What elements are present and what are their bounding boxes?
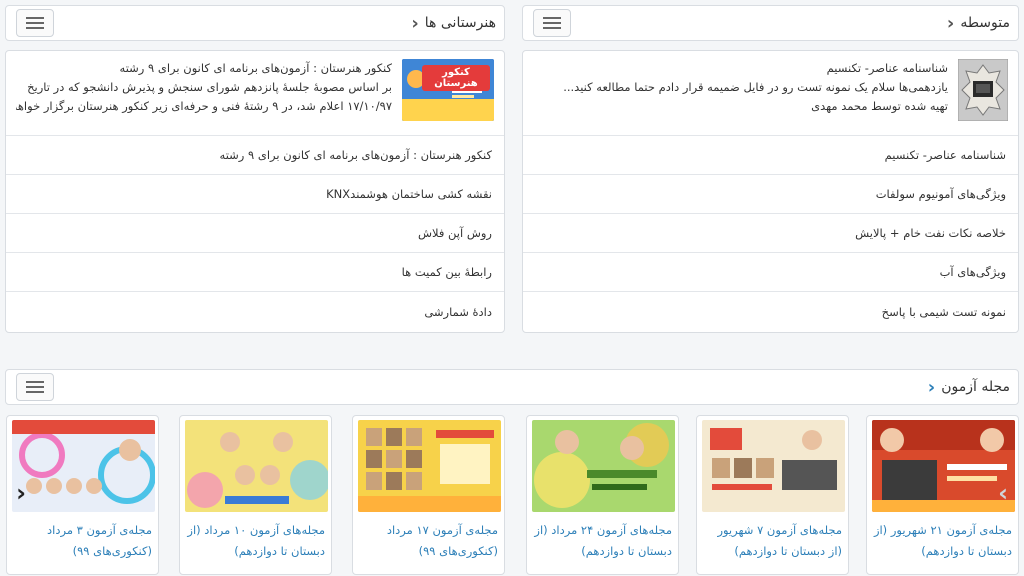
list-item[interactable]: ویژگی‌های آب: [523, 253, 1018, 292]
featured-thumbnail[interactable]: کنکور هنرستان: [402, 59, 494, 121]
magazine-cover[interactable]: [702, 420, 845, 512]
hamburger-icon: [26, 17, 44, 19]
motavaseteh-menu-button[interactable]: [533, 9, 571, 37]
featured-excerpt: بر اساس مصوبۀ جلسۀ پانزدهم شورای سنجش و …: [27, 80, 392, 94]
honarestani-title-link[interactable]: هنرستانی ها ‹: [411, 13, 496, 34]
list-item[interactable]: کنکور هنرستان : آزمون‌های برنامه ای کانو…: [6, 136, 504, 175]
majaleh-header: مجله آزمون ‹: [5, 369, 1019, 405]
featured-excerpt-cont: ۱۷/۱۰/۹۷ اعلام شد، در ۹ رشتۀ فنی و حرفه‌…: [16, 99, 392, 113]
honarestani-menu-button[interactable]: [16, 9, 54, 37]
magazine-caption[interactable]: مجله‌ی آزمون ۱۷ مرداد (کنکوری‌های ۹۹): [359, 520, 498, 562]
magazine-cover[interactable]: [358, 420, 501, 512]
list-item[interactable]: روش آپن فلاش: [6, 214, 504, 253]
honarestani-title: هنرستانی ها: [424, 15, 496, 31]
list-item[interactable]: رابطۀ بین کمیت ها: [6, 253, 504, 292]
motavaseteh-header: متوسطه ‹: [522, 5, 1019, 41]
chevron-left-icon: ‹: [946, 12, 955, 34]
motavaseteh-title: متوسطه: [960, 15, 1010, 31]
magazine-cover[interactable]: [185, 420, 328, 512]
motavaseteh-panel: شناسنامه عناصر- تکنسیم یازدهمی‌ها سلام ی…: [522, 50, 1019, 333]
majaleh-title: مجله آزمون: [941, 379, 1010, 395]
hamburger-icon: [543, 17, 561, 19]
featured-thumbnail[interactable]: [957, 58, 1009, 125]
featured-title[interactable]: کنکور هنرستان : آزمون‌های برنامه ای کانو…: [16, 59, 392, 78]
magazine-caption[interactable]: مجله‌های آزمون ۲۴ مرداد (از دبستان تا دو…: [533, 520, 672, 562]
honarestani-panel: کنکور هنرستان کنکور هنرستان : آزمون‌های …: [5, 50, 505, 333]
element-card-icon: [957, 58, 1009, 122]
majaleh-menu-button[interactable]: [16, 373, 54, 401]
honarestani-header: هنرستانی ها ‹: [5, 5, 505, 41]
carousel-next-button[interactable]: ›: [990, 473, 1016, 513]
list-item[interactable]: شناسنامه عناصر- تکنسیم: [523, 136, 1018, 175]
honarestani-featured[interactable]: کنکور هنرستان کنکور هنرستان : آزمون‌های …: [6, 51, 504, 136]
chevron-right-icon: ›: [998, 479, 1008, 507]
chevron-left-icon: ‹: [16, 479, 26, 507]
carousel-prev-button[interactable]: ‹: [8, 473, 34, 513]
magazine-caption[interactable]: مجله‌ی آزمون ۲۱ شهریور (از دبستان تا دوا…: [873, 520, 1012, 562]
chevron-left-icon: ‹: [927, 376, 936, 398]
featured-title[interactable]: شناسنامه عناصر- تکنسیم: [563, 59, 948, 78]
list-item[interactable]: نقشه کشی ساختمان هوشمندKNX: [6, 175, 504, 214]
magazine-cover[interactable]: [532, 420, 675, 512]
list-item[interactable]: ویژگی‌های آمونیوم سولفات: [523, 175, 1018, 214]
motavaseteh-title-link[interactable]: متوسطه ‹: [947, 13, 1010, 34]
magazine-card[interactable]: مجله‌های آزمون ۱۰ مرداد (از دبستان تا دو…: [179, 415, 332, 575]
magazine-card[interactable]: مجله‌های آزمون ۲۴ مرداد (از دبستان تا دو…: [526, 415, 679, 575]
list-item[interactable]: دادۀ شمارشی: [6, 292, 504, 331]
konkur-banner-label: کنکور هنرستان: [422, 65, 490, 91]
list-item[interactable]: نمونه تست شیمی با پاسخ: [523, 292, 1018, 331]
magazine-caption[interactable]: مجله‌های آزمون ۱۰ مرداد (از دبستان تا دو…: [186, 520, 325, 562]
featured-author: تهیه شده توسط محمد مهدی: [811, 99, 948, 113]
hamburger-icon: [26, 381, 44, 383]
magazine-card[interactable]: مجله‌های آزمون ۷ شهریور (از دبستان تا دو…: [696, 415, 849, 575]
motavaseteh-featured[interactable]: شناسنامه عناصر- تکنسیم یازدهمی‌ها سلام ی…: [523, 51, 1018, 136]
featured-excerpt: یازدهمی‌ها سلام یک نمونه تست رو در فایل …: [563, 80, 948, 94]
magazine-card[interactable]: مجله‌ی آزمون ۱۷ مرداد (کنکوری‌های ۹۹): [352, 415, 505, 575]
list-item[interactable]: خلاصه نکات نفت خام + پالایش: [523, 214, 1018, 253]
magazine-caption[interactable]: مجله‌ی آزمون ۳ مرداد (کنکوری‌های ۹۹): [13, 520, 152, 562]
magazine-caption[interactable]: مجله‌های آزمون ۷ شهریور (از دبستان تا دو…: [703, 520, 842, 562]
chevron-left-icon: ‹: [411, 12, 419, 34]
majaleh-title-link[interactable]: مجله آزمون ‹: [928, 377, 1010, 398]
